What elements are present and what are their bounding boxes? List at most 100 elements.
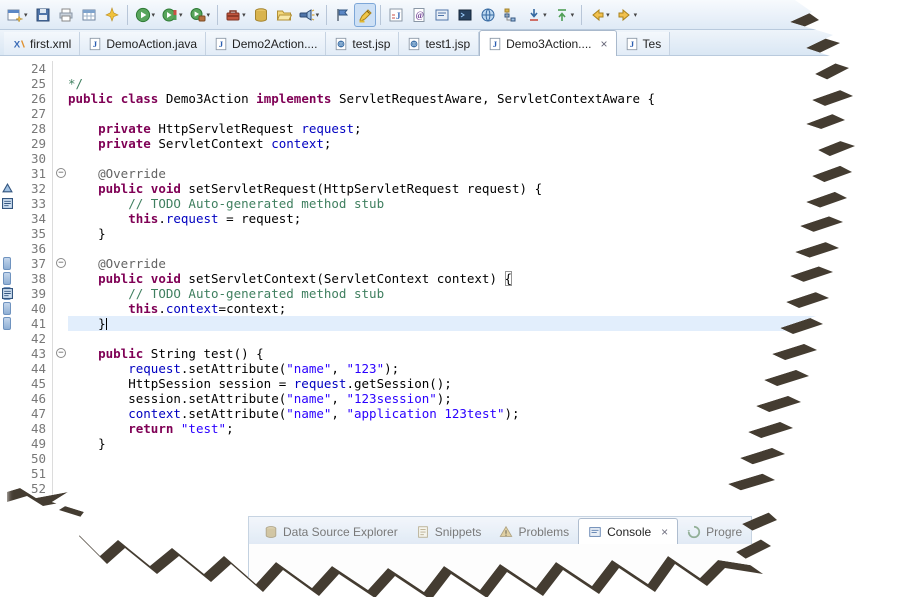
code-text[interactable] (68, 61, 848, 76)
fold-column[interactable] (52, 121, 68, 136)
dropdown-arrow-icon[interactable]: ▾ (606, 11, 610, 19)
run-external-button[interactable]: ▾ (187, 3, 214, 27)
fold-column[interactable] (52, 91, 68, 106)
fold-column[interactable] (52, 196, 68, 211)
fold-column[interactable]: − (52, 256, 68, 271)
fold-column[interactable]: − (52, 166, 68, 181)
line-number[interactable]: 43 (16, 346, 52, 361)
external-tools-button[interactable]: ▾ (222, 3, 249, 27)
editor-tab[interactable]: test.jsp (326, 32, 400, 55)
dropdown-arrow-icon[interactable]: ▾ (634, 11, 638, 19)
code-text[interactable]: @Override (68, 256, 848, 271)
fold-column[interactable] (52, 211, 68, 226)
code-line[interactable]: 32 public void setServletRequest(HttpSer… (0, 181, 848, 196)
line-number[interactable]: 45 (16, 376, 52, 391)
code-line[interactable]: 44 request.setAttribute("name", "123"); (0, 361, 848, 376)
line-number[interactable]: 50 (16, 451, 52, 466)
code-text[interactable]: } (68, 316, 848, 331)
line-number[interactable]: 28 (16, 121, 52, 136)
fold-column[interactable] (52, 466, 68, 481)
code-text[interactable]: } (68, 436, 848, 451)
editor-tab[interactable]: J Tes (616, 32, 671, 55)
code-text[interactable]: private ServletContext context; (68, 136, 848, 151)
line-number[interactable]: 40 (16, 301, 52, 316)
mark-occurrences-button[interactable] (354, 2, 377, 27)
editor-tab[interactable]: J DemoAction.java (80, 32, 207, 55)
code-line[interactable]: 41 } (0, 316, 848, 331)
junit-button[interactable]: J (385, 3, 407, 27)
dropdown-arrow-icon[interactable]: ▾ (152, 11, 156, 19)
code-line[interactable]: 38 public void setServletContext(Servlet… (0, 271, 848, 286)
forward-button[interactable]: ▾ (614, 3, 641, 27)
line-number[interactable]: 24 (16, 61, 52, 76)
view-tab[interactable]: Data Source Explorer (255, 520, 407, 544)
code-line[interactable]: 29 private ServletContext context; (0, 136, 848, 151)
collapse-icon[interactable]: − (56, 348, 66, 358)
data-source-button[interactable] (250, 3, 272, 27)
print-button[interactable] (55, 3, 77, 27)
code-line[interactable]: 43− public String test() { (0, 346, 848, 361)
code-line[interactable]: 26 public class Demo3Action implements Se… (0, 91, 848, 106)
line-number[interactable]: 39 (16, 286, 52, 301)
code-text[interactable]: this.context=context; (68, 301, 848, 316)
new-component-button[interactable] (78, 3, 100, 27)
line-number[interactable]: 37 (16, 256, 52, 271)
fold-column[interactable] (52, 226, 68, 241)
dropdown-arrow-icon[interactable]: ▾ (179, 11, 183, 19)
code-line[interactable]: 33 // TODO Auto-generated method stub (0, 196, 848, 211)
line-number[interactable]: 44 (16, 361, 52, 376)
code-line[interactable]: 25 */ (0, 76, 848, 91)
code-text[interactable]: private HttpServletRequest request; (68, 121, 848, 136)
line-number[interactable]: 47 (16, 406, 52, 421)
line-number[interactable]: 31 (16, 166, 52, 181)
code-line[interactable]: 24 (0, 61, 848, 76)
code-line[interactable]: 35 } (0, 226, 848, 241)
export-button[interactable]: ▾ (551, 3, 578, 27)
run-button[interactable]: ▾ (132, 3, 159, 27)
fold-column[interactable] (52, 331, 68, 346)
code-line[interactable]: 52 (0, 481, 848, 496)
fold-column[interactable] (52, 271, 68, 286)
collapse-icon[interactable]: − (56, 168, 66, 178)
line-number[interactable]: 42 (16, 331, 52, 346)
code-text[interactable] (68, 151, 848, 166)
code-line[interactable]: 27 (0, 106, 848, 121)
line-number[interactable]: 48 (16, 421, 52, 436)
view-tab[interactable]: Problems (490, 520, 578, 544)
line-number[interactable]: 41 (16, 316, 52, 331)
code-text[interactable] (68, 241, 848, 256)
line-number[interactable]: 29 (16, 136, 52, 151)
dropdown-arrow-icon[interactable]: ▾ (571, 11, 575, 19)
view-tab[interactable]: Progre (678, 520, 751, 544)
code-line[interactable]: 30 (0, 151, 848, 166)
editor-tab[interactable]: J Demo3Action.... × (479, 30, 617, 56)
code-line[interactable]: 36 (0, 241, 848, 256)
dropdown-arrow-icon[interactable]: ▾ (242, 11, 246, 19)
code-text[interactable]: request.setAttribute("name", "123"); (68, 361, 848, 376)
search-button[interactable]: ▾ (296, 3, 323, 27)
web-browser-button[interactable] (477, 3, 499, 27)
import-button[interactable]: ▾ (523, 3, 550, 27)
code-line[interactable]: 42 (0, 331, 848, 346)
line-number[interactable]: 36 (16, 241, 52, 256)
save-button[interactable] (32, 3, 54, 27)
code-text[interactable]: } (68, 226, 848, 241)
code-line[interactable]: 37− @Override (0, 256, 848, 271)
view-tab[interactable]: Snippets (407, 520, 491, 544)
code-line[interactable]: 39 // TODO Auto-generated method stub (0, 286, 848, 301)
dropdown-arrow-icon[interactable]: ▾ (543, 11, 547, 19)
code-text[interactable] (68, 466, 848, 481)
new-button[interactable]: ▾ (4, 3, 31, 27)
fold-column[interactable] (52, 301, 68, 316)
fold-column[interactable] (52, 241, 68, 256)
line-number[interactable]: 35 (16, 226, 52, 241)
dropdown-arrow-icon[interactable]: ▾ (316, 11, 320, 19)
line-number[interactable]: 49 (16, 436, 52, 451)
line-number[interactable]: 38 (16, 271, 52, 286)
terminal-button[interactable] (454, 3, 476, 27)
fold-column[interactable] (52, 376, 68, 391)
code-editor[interactable]: 24 25 */ 26 public class Demo3Action impleme… (0, 57, 848, 516)
fold-column[interactable] (52, 286, 68, 301)
fold-column[interactable] (52, 391, 68, 406)
view-tab[interactable]: Console × (578, 518, 679, 545)
